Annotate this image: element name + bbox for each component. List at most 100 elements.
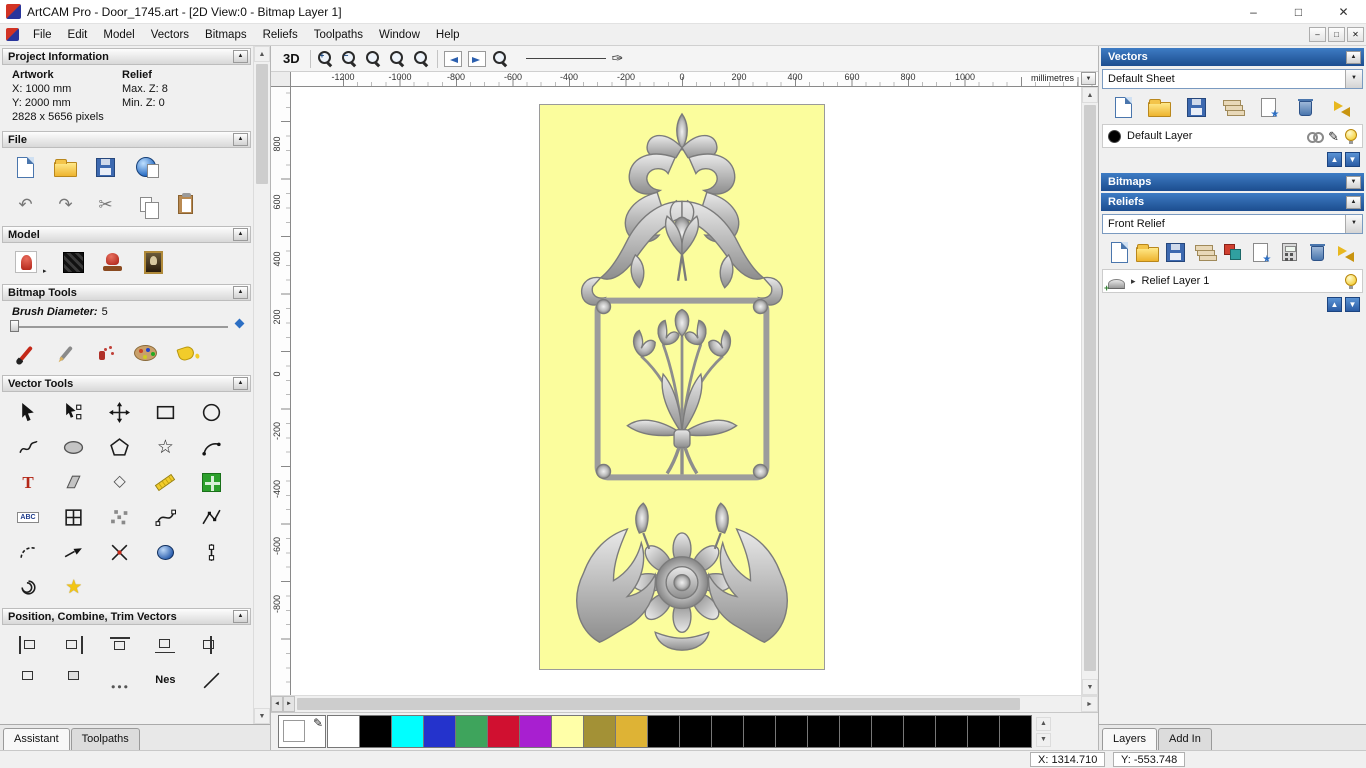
pen-tool-icon[interactable]: ✑ (612, 50, 624, 67)
collapse-button[interactable]: ▲ (233, 377, 248, 390)
measure-tool-icon[interactable] (149, 467, 181, 497)
scroll-thumb[interactable] (297, 698, 1021, 710)
edit-layer-icon[interactable]: ✎ (1328, 130, 1339, 143)
palette-swatch[interactable] (455, 715, 488, 748)
delete-layer-icon[interactable] (1303, 240, 1331, 264)
palette-scroll-up-button[interactable]: ▲ (1036, 716, 1051, 731)
scroll-track[interactable] (254, 62, 270, 708)
block-paste-icon[interactable] (195, 467, 227, 497)
mirror-relief-dropdown-icon[interactable]: ▸ (43, 267, 47, 275)
maximize-button[interactable]: □ (1276, 0, 1321, 24)
collapse-button[interactable]: ▲ (233, 133, 248, 146)
fit-arcs-icon[interactable] (12, 537, 44, 567)
palette-swatch[interactable] (775, 715, 808, 748)
expand-icon[interactable]: ▸ (1131, 276, 1136, 287)
lighting-model-icon[interactable] (140, 249, 167, 275)
sheet-select[interactable]: Default Sheet ▼ (1102, 69, 1363, 89)
join-vectors-icon[interactable] (58, 537, 90, 567)
create-ellipse-icon[interactable] (58, 432, 90, 462)
bitmap-to-vector-icon[interactable]: ★ (58, 572, 90, 602)
centre-in-page-icon[interactable] (12, 665, 44, 695)
nesting-icon[interactable]: Nes (149, 665, 181, 695)
palette-swatch[interactable] (967, 715, 1000, 748)
palette-swatch[interactable] (871, 715, 904, 748)
align-bottom-icon[interactable] (149, 630, 181, 660)
zoom-in-icon[interactable]: + (317, 50, 335, 68)
measure-icon[interactable] (195, 665, 227, 695)
pan-view-icon[interactable] (492, 50, 510, 68)
menu-item-reliefs[interactable]: Reliefs (255, 26, 306, 44)
menu-item-file[interactable]: File (25, 26, 60, 44)
open-relief-layer-icon[interactable] (1133, 240, 1161, 264)
paste-centre-icon[interactable] (58, 665, 90, 695)
merge-layers-icon[interactable] (1324, 95, 1360, 119)
canvas-vertical-scrollbar[interactable]: ▲ ▼ (1081, 87, 1098, 695)
draw-tool-icon[interactable] (52, 340, 79, 366)
create-arc-icon[interactable] (195, 432, 227, 462)
spaced-copies-icon[interactable] (104, 665, 136, 695)
zoom-out-icon[interactable]: − (341, 50, 359, 68)
split-left-button[interactable]: ◄ (271, 696, 283, 712)
menu-item-toolpaths[interactable]: Toolpaths (306, 26, 371, 44)
layer-colour-swatch[interactable] (1108, 129, 1121, 143)
scroll-down-button[interactable]: ▼ (1082, 679, 1098, 695)
chevron-down-icon[interactable]: ▼ (1345, 70, 1362, 88)
fit-polyline-icon[interactable] (195, 502, 227, 532)
scroll-up-button[interactable]: ▲ (254, 46, 270, 62)
new-model-icon[interactable] (12, 154, 39, 180)
collapse-button[interactable]: ▲ (233, 50, 248, 63)
split-right-button[interactable]: ► (283, 696, 295, 712)
create-diamond-icon[interactable]: ◇ (104, 467, 136, 497)
palette-swatch[interactable] (999, 715, 1032, 748)
mdi-minimize-button[interactable]: – (1309, 27, 1326, 42)
colour-palette-icon[interactable] (132, 340, 159, 366)
spin-relief-icon[interactable] (149, 537, 181, 567)
zoom-to-objects-icon[interactable] (413, 50, 431, 68)
grid-tool-icon[interactable] (58, 502, 90, 532)
primary-colour-selector[interactable]: ✎ (278, 715, 326, 748)
scroll-down-button[interactable]: ▼ (254, 708, 270, 724)
fit-curve-icon[interactable] (149, 502, 181, 532)
palette-swatch[interactable] (615, 715, 648, 748)
sheets-icon[interactable] (1214, 95, 1250, 119)
slider-track[interactable] (12, 326, 228, 328)
move-layer-down-button[interactable]: ▼ (1345, 152, 1360, 167)
new-layer-icon[interactable] (1247, 240, 1275, 265)
open-vector-layer-icon[interactable] (1141, 95, 1177, 119)
visibility-toggle-icon[interactable] (1345, 128, 1357, 144)
scroll-thumb[interactable] (256, 64, 268, 184)
palette-swatch[interactable] (391, 715, 424, 748)
palette-swatch[interactable] (839, 715, 872, 748)
tab-add-in[interactable]: Add In (1158, 728, 1212, 750)
tab-assistant[interactable]: Assistant (3, 728, 70, 750)
align-top-icon[interactable] (104, 630, 136, 660)
expand-button[interactable]: ▼ (1346, 175, 1361, 189)
paint-brush-icon[interactable] (12, 340, 39, 366)
new-relief-layer-icon[interactable] (1105, 240, 1133, 264)
collapse-button[interactable]: ▲ (233, 610, 248, 623)
scroll-track[interactable] (295, 696, 1081, 712)
offset-vectors-icon[interactable] (12, 572, 44, 602)
align-right-icon[interactable] (58, 630, 90, 660)
mdi-close-button[interactable]: ✕ (1347, 27, 1364, 42)
redo-icon[interactable]: ↷ (52, 191, 79, 217)
palette-swatch[interactable] (807, 715, 840, 748)
move-layer-up-button[interactable]: ▲ (1327, 297, 1342, 312)
palette-swatch[interactable] (551, 715, 584, 748)
palette-swatch[interactable] (647, 715, 680, 748)
trim-vectors-icon[interactable] (104, 537, 136, 567)
palette-swatch[interactable] (327, 715, 360, 748)
vector-layer-row[interactable]: Default Layer ✎ (1102, 124, 1363, 148)
snap-toggle-icon[interactable] (1307, 131, 1325, 143)
open-model-icon[interactable] (52, 154, 79, 180)
canvas-horizontal-scrollbar[interactable]: ◄ ► ► (271, 695, 1098, 712)
greyscale-model-icon[interactable] (60, 249, 87, 275)
menu-item-help[interactable]: Help (428, 26, 468, 44)
paint-selective-icon[interactable] (92, 340, 119, 366)
collapse-button[interactable]: ▲ (233, 228, 248, 241)
zoom-previous-icon[interactable] (365, 50, 383, 68)
minimize-button[interactable]: – (1231, 0, 1276, 24)
create-rectangle-icon[interactable] (149, 397, 181, 427)
slider-handle[interactable] (10, 320, 19, 332)
menu-item-bitmaps[interactable]: Bitmaps (197, 26, 255, 44)
